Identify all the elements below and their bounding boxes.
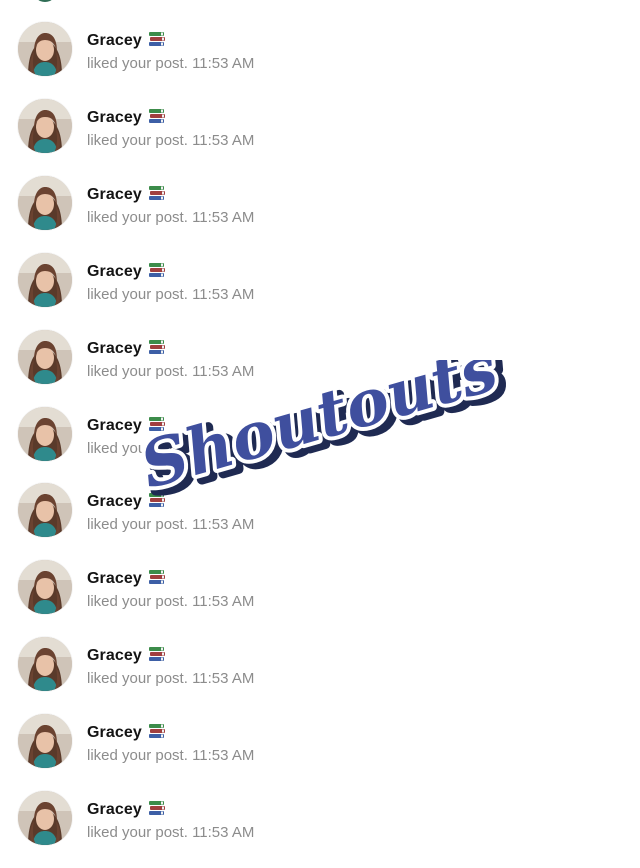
action-text: liked your post. (87, 55, 188, 72)
username[interactable]: Gracey (87, 31, 166, 50)
notification-text: liked your post. 11:53 AM (87, 363, 254, 380)
notification-row[interactable]: Gracey liked your post. 11:53 AM (0, 483, 640, 560)
avatar[interactable] (18, 329, 72, 384)
action-text: liked your post. (87, 593, 188, 611)
notification-row[interactable]: Gracey liked your post. 11:53 AM (0, 791, 640, 868)
timestamp: 11:53 AM (192, 670, 255, 688)
username-text[interactable]: Gracey (87, 417, 142, 434)
avatar[interactable] (18, 406, 72, 461)
books-icon (142, 647, 167, 664)
action-text: liked your post. (87, 516, 188, 534)
username[interactable]: Gracey (87, 339, 166, 358)
username-text[interactable]: Gracey (87, 570, 142, 587)
notification-text: liked your post. 11:53 AM (87, 593, 254, 610)
books-icon (142, 262, 167, 280)
action-text: liked your post. (87, 285, 188, 303)
action-text: liked your post. (87, 670, 188, 688)
username-text[interactable]: Gracey (87, 186, 142, 203)
action-text: liked your post. (87, 824, 188, 841)
notification-text: liked your post. 11:53 AM (87, 440, 254, 457)
notification-row[interactable]: Gracey liked your post. 11:53 AM (0, 329, 640, 407)
notification-row[interactable]: Gracey liked your post. 11:53 AM (0, 252, 640, 330)
books-icon (142, 801, 167, 818)
books-icon (142, 724, 167, 741)
timestamp: 11:53 AM (192, 55, 255, 72)
notification-text: liked your post. 11:53 AM (87, 670, 254, 687)
username[interactable]: Gracey (87, 262, 166, 281)
avatar[interactable] (18, 714, 72, 769)
books-icon (142, 493, 167, 510)
notification-row[interactable]: Gracey liked your post. 11:53 AM (0, 98, 640, 176)
notification-text: liked your post. 11:53 AM (87, 286, 254, 303)
timestamp: 11:53 AM (192, 362, 255, 380)
notification-text: liked your post. 11:53 AM (87, 209, 254, 226)
books-icon (142, 416, 167, 434)
avatar[interactable] (18, 791, 72, 845)
timestamp: 11:53 AM (192, 208, 255, 226)
books-icon (142, 570, 167, 587)
action-text: liked your post. (87, 439, 188, 457)
notification-row[interactable]: Gracey liked your post. 11:53 AM (0, 637, 640, 714)
username-text[interactable]: Gracey (87, 340, 142, 357)
action-text: liked your post. (87, 208, 188, 226)
timestamp: 11:53 AM (192, 593, 255, 611)
partial-avatar-top (33, 0, 57, 2)
username[interactable]: Gracey (87, 492, 166, 511)
notification-row[interactable]: Gracey liked your post. 11:53 AM (0, 560, 640, 637)
username[interactable]: Gracey (87, 108, 166, 127)
timestamp: 11:53 AM (192, 824, 255, 841)
avatar[interactable] (18, 252, 72, 307)
notification-row[interactable]: Gracey liked your post. 11:53 AM (0, 22, 640, 99)
username-text[interactable]: Gracey (87, 263, 142, 280)
username-text[interactable]: Gracey (87, 493, 142, 510)
timestamp: 11:53 AM (192, 516, 255, 534)
notification-text: liked your post. 11:53 AM (87, 132, 254, 149)
timestamp: 11:53 AM (192, 439, 255, 457)
username[interactable]: Gracey (87, 646, 166, 665)
username[interactable]: Gracey (87, 416, 166, 435)
timestamp: 11:53 AM (192, 285, 255, 303)
username-text[interactable]: Gracey (87, 724, 142, 741)
username-text[interactable]: Gracey (87, 32, 142, 49)
avatar[interactable] (18, 560, 72, 615)
action-text: liked your post. (87, 362, 188, 380)
username-text[interactable]: Gracey (87, 801, 142, 818)
username-text[interactable]: Gracey (87, 109, 142, 126)
avatar[interactable] (18, 98, 72, 153)
books-icon (142, 185, 167, 203)
username[interactable]: Gracey (87, 569, 166, 588)
books-icon (142, 339, 167, 357)
books-icon (142, 32, 167, 49)
timestamp: 11:53 AM (192, 747, 255, 765)
notification-row[interactable]: Gracey liked your post. 11:53 AM (0, 175, 640, 253)
avatar[interactable] (18, 483, 72, 538)
notification-text: liked your post. 11:53 AM (87, 747, 254, 764)
notification-text: liked your post. 11:53 AM (87, 824, 254, 841)
notification-row[interactable]: Gracey liked your post. 11:53 AM (0, 714, 640, 791)
notification-text: liked your post. 11:53 AM (87, 55, 254, 72)
action-text: liked your post. (87, 131, 188, 149)
action-text: liked your post. (87, 747, 188, 765)
username[interactable]: Gracey (87, 723, 166, 742)
username[interactable]: Gracey (87, 800, 166, 819)
books-icon (142, 108, 167, 126)
avatar[interactable] (18, 22, 72, 76)
timestamp: 11:53 AM (192, 131, 255, 149)
username-text[interactable]: Gracey (87, 647, 142, 664)
avatar[interactable] (18, 637, 72, 692)
username[interactable]: Gracey (87, 185, 166, 204)
notification-text: liked your post. 11:53 AM (87, 516, 254, 533)
notification-row[interactable]: Gracey liked your post. 11:53 AM (0, 406, 640, 484)
avatar[interactable] (18, 175, 72, 230)
